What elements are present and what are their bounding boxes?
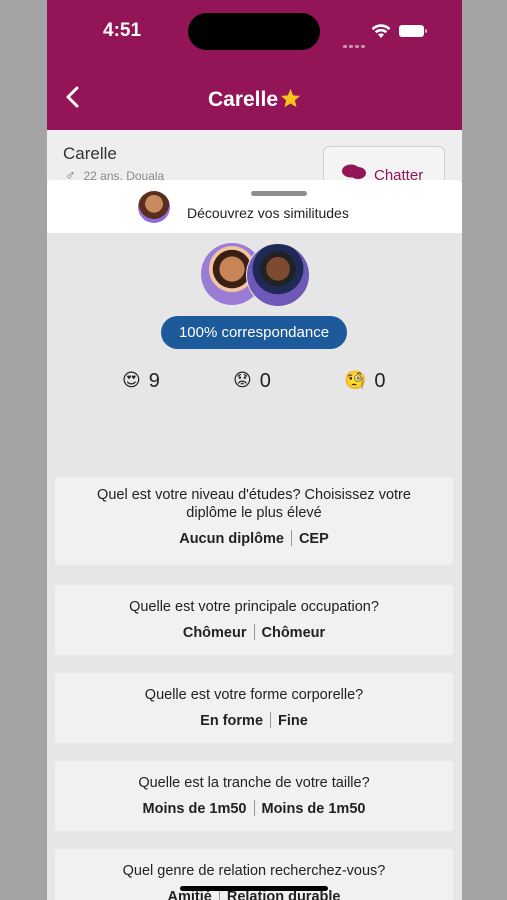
answer-profile: En forme bbox=[200, 713, 264, 729]
question-text: Quel genre de relation recherchez-vous? bbox=[122, 863, 386, 879]
question-text: Quelle est votre forme corporelle? bbox=[144, 687, 364, 703]
worried-emoji-icon: 😟 bbox=[233, 370, 252, 390]
question-card: Quelle est votre principale occupation? … bbox=[55, 585, 453, 655]
page-title-text: Carelle bbox=[207, 88, 279, 111]
star-icon bbox=[280, 88, 301, 108]
sheet-title: Découvrez vos similitudes bbox=[187, 205, 349, 221]
profile-name: Carelle bbox=[63, 144, 117, 163]
question-answers: Chômeur Chômeur bbox=[55, 624, 453, 641]
stat-curious-value: 0 bbox=[374, 370, 386, 392]
stat-love: 😍 9 bbox=[122, 370, 160, 396]
answer-user: Fine bbox=[278, 713, 308, 729]
answer-divider bbox=[290, 530, 292, 546]
dynamic-island bbox=[188, 13, 320, 50]
avatar bbox=[138, 191, 170, 223]
avatar-user bbox=[246, 243, 310, 307]
match-badge: 100% correspondance bbox=[161, 316, 347, 349]
answer-divider bbox=[253, 800, 255, 816]
wifi-icon bbox=[371, 24, 391, 38]
heart-eyes-emoji-icon: 😍 bbox=[122, 370, 141, 390]
question-card: Quelle est votre forme corporelle? En fo… bbox=[55, 673, 453, 743]
question-answers: Moins de 1m50 Moins de 1m50 bbox=[55, 800, 453, 817]
stat-worried-value: 0 bbox=[259, 370, 271, 392]
chat-bubbles-icon bbox=[342, 164, 366, 179]
answer-profile: Moins de 1m50 bbox=[142, 801, 247, 817]
page-title: Carelle bbox=[47, 88, 462, 112]
answer-user: CEP bbox=[298, 531, 329, 547]
answer-user: Chômeur bbox=[261, 625, 326, 641]
battery-icon bbox=[399, 25, 427, 37]
question-answers: En forme Fine bbox=[55, 712, 453, 729]
question-card: Quel genre de relation recherchez-vous? … bbox=[55, 849, 453, 900]
stat-curious: 🧐 0 bbox=[344, 370, 386, 396]
answer-profile: Aucun diplôme bbox=[179, 531, 284, 547]
stat-love-value: 9 bbox=[148, 370, 160, 392]
answer-user: Moins de 1m50 bbox=[261, 801, 366, 817]
status-time: 4:51 bbox=[103, 20, 142, 41]
sheet-header: Découvrez vos similitudes bbox=[47, 180, 462, 233]
signal-icon bbox=[343, 35, 367, 53]
question-answers: Aucun diplôme CEP bbox=[55, 530, 453, 547]
sheet-grabber[interactable] bbox=[251, 191, 307, 196]
answer-divider bbox=[253, 624, 255, 640]
monocle-emoji-icon: 🧐 bbox=[344, 370, 367, 390]
home-indicator[interactable] bbox=[180, 886, 328, 891]
question-card: Quelle est la tranche de votre taille? M… bbox=[55, 761, 453, 831]
question-text: Quelle est votre principale occupation? bbox=[129, 599, 379, 615]
stat-worried: 😟 0 bbox=[233, 370, 271, 396]
app-header: 4:51 Carelle bbox=[47, 0, 462, 130]
answer-profile: Chômeur bbox=[182, 625, 247, 641]
question-card: Quel est votre niveau d'études? Choisiss… bbox=[55, 477, 453, 565]
answer-divider bbox=[270, 712, 272, 728]
question-text: Quelle est la tranche de votre taille? bbox=[138, 775, 370, 791]
phone-screen: 4:51 Carelle Carelle ♂ 22 ans, Douala Cha… bbox=[47, 0, 462, 900]
question-text: Quel est votre niveau d'études? Choisiss… bbox=[97, 487, 411, 521]
similarities-sheet: Découvrez vos similitudes 100% correspon… bbox=[47, 180, 462, 900]
